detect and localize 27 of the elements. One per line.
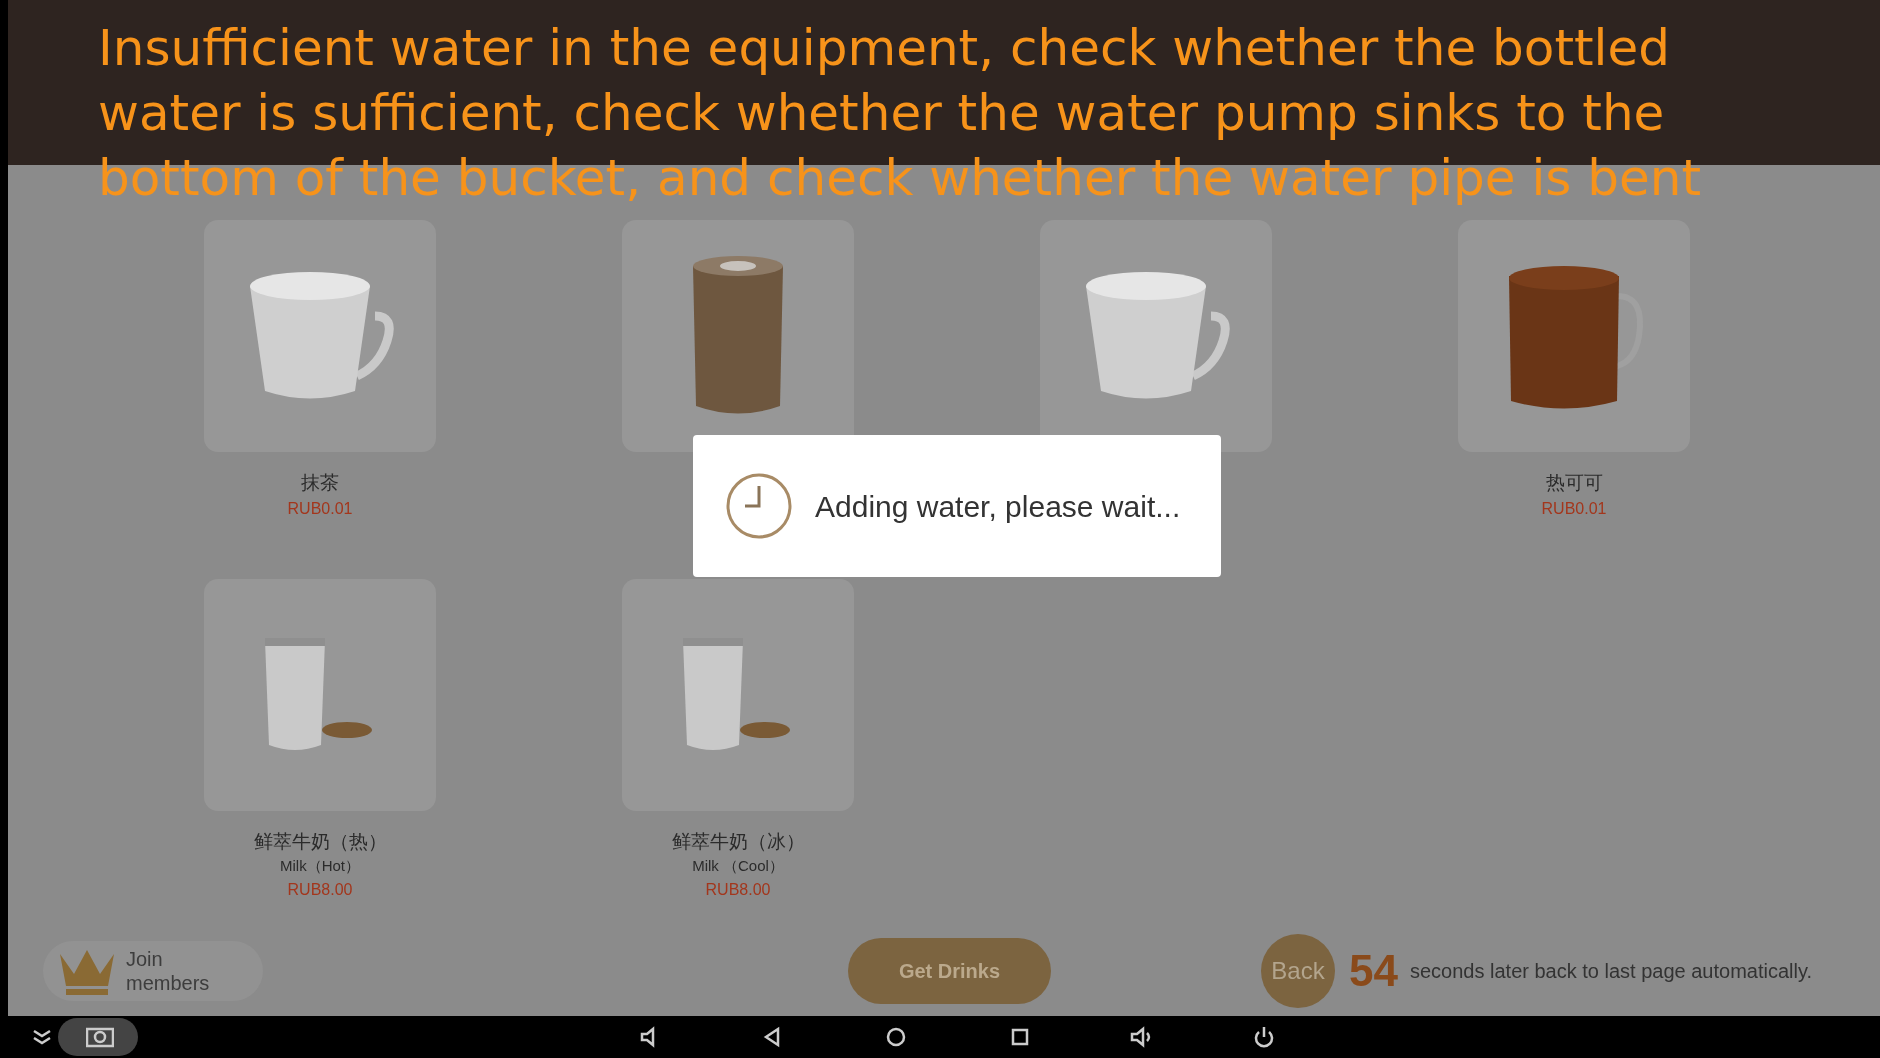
product-price: RUB8.00 [287, 879, 353, 900]
product-name: 抹茶 [301, 470, 339, 495]
product-subtitle: Milk（Hot） [280, 856, 360, 876]
camera-icon[interactable] [86, 1025, 114, 1049]
product-subtitle: Milk （Cool） [692, 856, 784, 876]
get-drinks-button[interactable]: Get Drinks [848, 938, 1051, 1004]
product-name: 鲜萃牛奶（热） [253, 828, 387, 854]
back-button[interactable]: Back [1261, 934, 1335, 1008]
countdown-number: 54 [1349, 945, 1398, 997]
clock-icon [725, 472, 793, 540]
join-members-button[interactable]: Join members [43, 941, 263, 1001]
caption-line: water is sufficient, check whether the water pump sinks to the [98, 83, 1666, 144]
product-price: RUB0.01 [287, 498, 353, 519]
caption-line: Insufficient water in the equipment, check whether the bottled [98, 18, 1671, 79]
power-icon[interactable] [1252, 1025, 1276, 1049]
screenshot-button[interactable] [58, 1018, 138, 1056]
product-image-card[interactable] [622, 220, 854, 452]
dialog-message: Adding water, please wait... [815, 488, 1181, 525]
countdown-message: seconds later back to last page automatically. [1409, 959, 1813, 984]
caption-line: bottom of the bucket, and check whether the water pipe is bent [98, 148, 1702, 209]
product-image-card[interactable] [1458, 220, 1690, 452]
product-name: 热可可 [1545, 470, 1603, 495]
product-image-card[interactable] [1040, 220, 1272, 452]
product-name: 鲜萃牛奶（冰） [671, 828, 805, 854]
home-icon[interactable] [884, 1025, 908, 1049]
product-price: RUB8.00 [705, 879, 771, 900]
product-price: RUB0.01 [1541, 498, 1607, 519]
